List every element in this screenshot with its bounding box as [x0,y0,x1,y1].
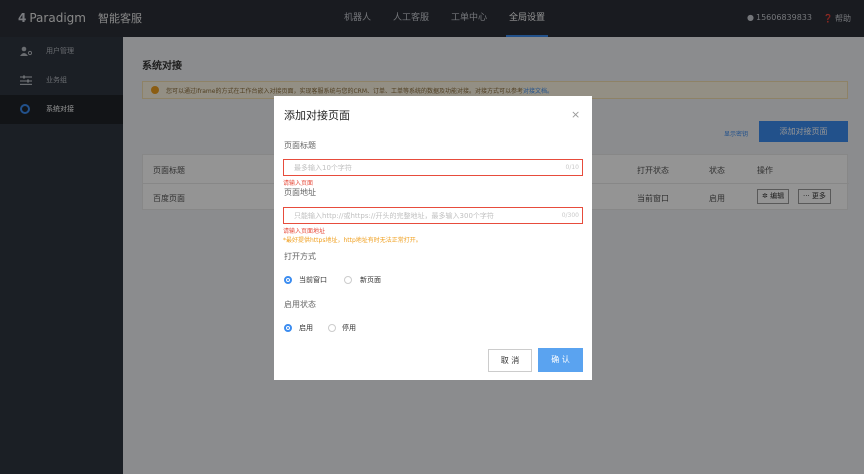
page-title-error: 请输入页面 [283,180,314,187]
status-disable-label[interactable]: 停用 [342,323,356,333]
status-enable-label[interactable]: 启用 [299,323,313,333]
page-title-counter: 0/10 [565,164,579,171]
confirm-button[interactable]: 确 认 [538,348,583,372]
close-icon[interactable]: × [571,108,580,121]
page-url-field[interactable]: 0/300 [283,207,583,224]
status-enable-radio[interactable] [284,324,292,332]
open-mode-new-radio[interactable] [344,276,352,284]
status-label: 启用状态 [284,300,316,309]
status-disable-radio[interactable] [328,324,336,332]
dialog-title: 添加对接页面 [284,109,350,122]
page-title-label: 页面标题 [284,141,316,150]
page-title-input[interactable] [284,160,544,175]
add-page-dialog: 添加对接页面 × 页面标题 0/10 请输入页面 页面地址 0/300 请输入页… [274,96,592,380]
page-url-label: 页面地址 [284,188,316,197]
page-url-counter: 0/300 [561,212,579,219]
page-url-error: 请输入页面地址 [283,228,326,235]
open-mode-current-radio[interactable] [284,276,292,284]
cancel-button[interactable]: 取 消 [488,349,532,372]
open-mode-new-label[interactable]: 新页面 [360,275,381,285]
open-mode-label: 打开方式 [284,252,316,261]
page-url-input[interactable] [284,208,544,223]
page-title-field[interactable]: 0/10 [283,159,583,176]
open-mode-current-label[interactable]: 当前窗口 [299,275,327,285]
page-url-warning: *最好提供https地址，http地址有时无法正常打开。 [283,237,422,244]
